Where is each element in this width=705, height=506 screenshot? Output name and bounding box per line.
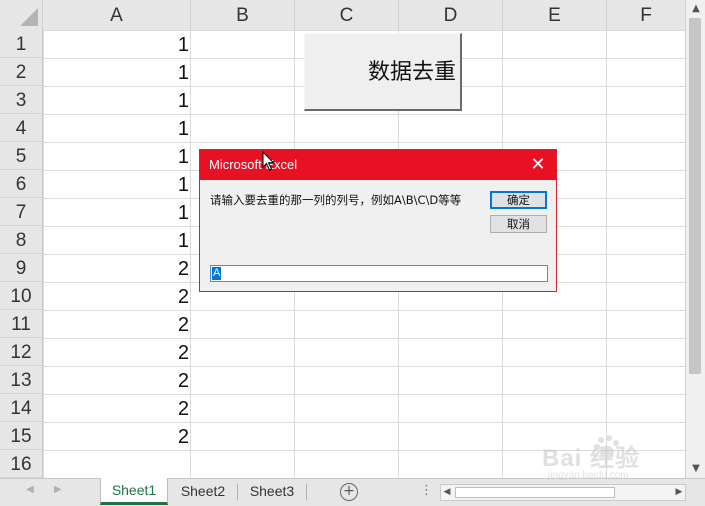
- row-header[interactable]: 7: [0, 198, 42, 226]
- row-header[interactable]: 1: [0, 30, 42, 58]
- prev-sheet-arrow-icon[interactable]: ◀: [26, 484, 34, 495]
- tab-separator: [237, 484, 238, 500]
- cell-a14[interactable]: 2: [43, 394, 189, 422]
- column-header-d[interactable]: D: [399, 0, 503, 30]
- cell-a11[interactable]: 2: [43, 310, 189, 338]
- cancel-button[interactable]: 取消: [490, 215, 547, 233]
- cell-a3[interactable]: 1: [43, 86, 189, 114]
- column-header-e[interactable]: E: [503, 0, 607, 30]
- dialog-title: Microsoft Excel: [209, 157, 298, 172]
- row-header[interactable]: 2: [0, 58, 42, 86]
- scroll-left-arrow-icon[interactable]: ◀: [441, 485, 453, 500]
- cell-a9[interactable]: 2: [43, 254, 189, 282]
- column-header-b[interactable]: B: [191, 0, 295, 30]
- column-letter-input[interactable]: A: [210, 265, 548, 282]
- row-header[interactable]: 5: [0, 142, 42, 170]
- row-header[interactable]: 9: [0, 254, 42, 282]
- cell-a8[interactable]: 1: [43, 226, 189, 254]
- row-header[interactable]: 15: [0, 422, 42, 450]
- gridline: [606, 30, 607, 478]
- column-header-bar: A B C D E F: [0, 0, 685, 31]
- sheet-tab-bar: ◀ ▶ Sheet1 Sheet2 Sheet3 + ⋮ ◀ ▶: [0, 478, 705, 506]
- row-header[interactable]: 11: [0, 310, 42, 338]
- column-header-c[interactable]: C: [295, 0, 399, 30]
- tab-separator: [306, 484, 307, 500]
- watermark-text: Bai 经验: [542, 445, 641, 472]
- splitter-handle-icon[interactable]: ⋮: [420, 483, 433, 498]
- cell-a6[interactable]: 1: [43, 170, 189, 198]
- dedupe-macro-button[interactable]: 数据去重: [304, 33, 462, 111]
- scroll-up-arrow-icon[interactable]: ▲: [686, 0, 705, 18]
- row-header[interactable]: 4: [0, 114, 42, 142]
- row-header[interactable]: 12: [0, 338, 42, 366]
- vertical-scrollbar[interactable]: ▲ ▼: [685, 0, 705, 478]
- cell-a10[interactable]: 2: [43, 282, 189, 310]
- row-header[interactable]: 6: [0, 170, 42, 198]
- select-all-triangle-icon: [20, 8, 38, 26]
- gridline: [190, 30, 191, 478]
- horizontal-scroll-thumb[interactable]: [455, 487, 615, 498]
- input-box-dialog: Microsoft Excel ✕ 请输入要去重的那一列的列号，例如A\B\C\…: [199, 149, 557, 292]
- horizontal-scrollbar[interactable]: ◀ ▶: [440, 484, 686, 501]
- cell-a7[interactable]: 1: [43, 198, 189, 226]
- scroll-right-arrow-icon[interactable]: ▶: [673, 485, 685, 500]
- cell-a12[interactable]: 2: [43, 338, 189, 366]
- dialog-prompt-text: 请输入要去重的那一列的列号，例如A\B\C\D等等: [210, 193, 462, 207]
- mouse-pointer-icon: [262, 151, 275, 171]
- ok-button[interactable]: 确定: [490, 191, 547, 209]
- column-header-a[interactable]: A: [43, 0, 191, 30]
- row-header-bar: 1 2 3 4 5 6 7 8 9 10 11 12 13 14 15 16: [0, 30, 43, 478]
- input-selected-text: A: [212, 267, 222, 280]
- row-header[interactable]: 8: [0, 226, 42, 254]
- baidu-jingyan-watermark: Bai 经验 jingyan.baidu.com: [536, 430, 696, 481]
- add-sheet-icon[interactable]: +: [340, 483, 358, 501]
- row-header[interactable]: 14: [0, 394, 42, 422]
- tab-sheet2[interactable]: Sheet2: [170, 479, 236, 505]
- row-header[interactable]: 10: [0, 282, 42, 310]
- next-sheet-arrow-icon[interactable]: ▶: [54, 484, 62, 495]
- cell-a5[interactable]: 1: [43, 142, 189, 170]
- tab-sheet1[interactable]: Sheet1: [100, 478, 168, 505]
- dialog-title-bar[interactable]: Microsoft Excel ✕: [200, 150, 556, 180]
- watermark-url: jingyan.baidu.com: [548, 470, 629, 481]
- column-header-f[interactable]: F: [607, 0, 685, 30]
- tab-sheet3[interactable]: Sheet3: [239, 479, 305, 505]
- close-icon[interactable]: ✕: [526, 153, 550, 177]
- row-header[interactable]: 3: [0, 86, 42, 114]
- select-all-corner[interactable]: [0, 0, 43, 30]
- row-header[interactable]: 16: [0, 450, 42, 478]
- row-header[interactable]: 13: [0, 366, 42, 394]
- cell-a15[interactable]: 2: [43, 422, 189, 450]
- vertical-scroll-thumb[interactable]: [689, 18, 701, 374]
- cell-a1[interactable]: 1: [43, 30, 189, 58]
- cell-a2[interactable]: 1: [43, 58, 189, 86]
- cell-a13[interactable]: 2: [43, 366, 189, 394]
- cell-a4[interactable]: 1: [43, 114, 189, 142]
